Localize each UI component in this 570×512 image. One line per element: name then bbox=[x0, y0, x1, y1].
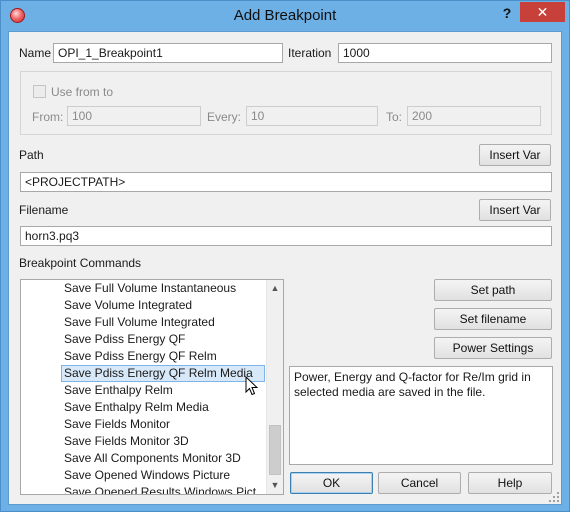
list-items: Save Full Volume Instantaneous Save Volu… bbox=[21, 280, 267, 494]
name-input[interactable]: OPI_1_Breakpoint1 bbox=[53, 43, 283, 63]
dialog-body: Name OPI_1_Breakpoint1 Iteration 1000 Us… bbox=[8, 31, 562, 505]
list-scrollbar[interactable]: ▲ ▼ bbox=[266, 280, 283, 494]
list-item[interactable]: Save Full Volume Integrated bbox=[21, 314, 267, 331]
cancel-button[interactable]: Cancel bbox=[378, 472, 461, 494]
every-label: Every: bbox=[207, 110, 242, 124]
set-filename-button[interactable]: Set filename bbox=[434, 308, 552, 330]
from-input[interactable]: 100 bbox=[67, 106, 201, 126]
path-input[interactable]: <PROJECTPATH> bbox=[20, 172, 552, 192]
command-description: Power, Energy and Q-factor for Re/Im gri… bbox=[289, 366, 553, 465]
list-item[interactable]: Save Full Volume Instantaneous bbox=[21, 280, 267, 297]
list-item[interactable]: Save Opened Windows Picture bbox=[21, 467, 267, 484]
dialog-title: Add Breakpoint bbox=[233, 7, 337, 24]
iteration-label: Iteration bbox=[288, 46, 332, 60]
use-from-to-label: Use from to bbox=[51, 85, 114, 99]
iteration-input[interactable]: 1000 bbox=[338, 43, 552, 63]
add-breakpoint-dialog: Add Breakpoint ? ✕ Name OPI_1_Breakpoint… bbox=[0, 0, 570, 512]
ok-button[interactable]: OK bbox=[290, 472, 373, 494]
help-question-button[interactable]: ? bbox=[494, 3, 520, 23]
close-icon: ✕ bbox=[536, 4, 549, 20]
list-item[interactable]: Save Pdiss Energy QF Relm bbox=[21, 348, 267, 365]
close-button[interactable]: ✕ bbox=[520, 2, 565, 22]
filename-label: Filename bbox=[19, 203, 69, 217]
filename-input[interactable]: horn3.pq3 bbox=[20, 226, 552, 246]
list-item-selected[interactable]: Save Pdiss Energy QF Relm Media bbox=[61, 365, 265, 382]
to-input[interactable]: 200 bbox=[407, 106, 541, 126]
help-button[interactable]: Help bbox=[468, 472, 552, 494]
list-item[interactable]: Save Opened Results Windows Pict bbox=[21, 484, 267, 494]
insert-var-path-button[interactable]: Insert Var bbox=[479, 144, 551, 166]
set-path-button[interactable]: Set path bbox=[434, 279, 552, 301]
from-to-group: Use from to From: 100 Every: 10 To: 200 bbox=[20, 71, 552, 135]
every-input[interactable]: 10 bbox=[246, 106, 378, 126]
list-item[interactable]: Save Fields Monitor 3D bbox=[21, 433, 267, 450]
breakpoint-commands-label: Breakpoint Commands bbox=[19, 256, 142, 270]
list-item[interactable]: Save Fields Monitor bbox=[21, 416, 267, 433]
title-bar: Add Breakpoint ? ✕ bbox=[1, 1, 569, 31]
use-from-to-checkbox[interactable] bbox=[33, 85, 46, 98]
scroll-up-icon[interactable]: ▲ bbox=[267, 280, 283, 297]
mouse-pointer-icon bbox=[245, 376, 259, 396]
list-item[interactable]: Save Volume Integrated bbox=[21, 297, 267, 314]
list-item[interactable]: Save All Components Monitor 3D bbox=[21, 450, 267, 467]
to-label: To: bbox=[386, 110, 403, 124]
scroll-thumb[interactable] bbox=[269, 425, 281, 475]
power-settings-button[interactable]: Power Settings bbox=[434, 337, 552, 359]
list-item[interactable]: Save Enthalpy Relm Media bbox=[21, 399, 267, 416]
resize-grip-icon[interactable] bbox=[549, 492, 559, 502]
list-item[interactable]: Save Enthalpy Relm bbox=[21, 382, 267, 399]
list-item[interactable]: Save Pdiss Energy QF bbox=[21, 331, 267, 348]
path-label: Path bbox=[19, 148, 44, 162]
from-label: From: bbox=[32, 110, 64, 124]
insert-var-filename-button[interactable]: Insert Var bbox=[479, 199, 551, 221]
name-label: Name bbox=[19, 46, 52, 60]
scroll-down-icon[interactable]: ▼ bbox=[267, 477, 283, 494]
